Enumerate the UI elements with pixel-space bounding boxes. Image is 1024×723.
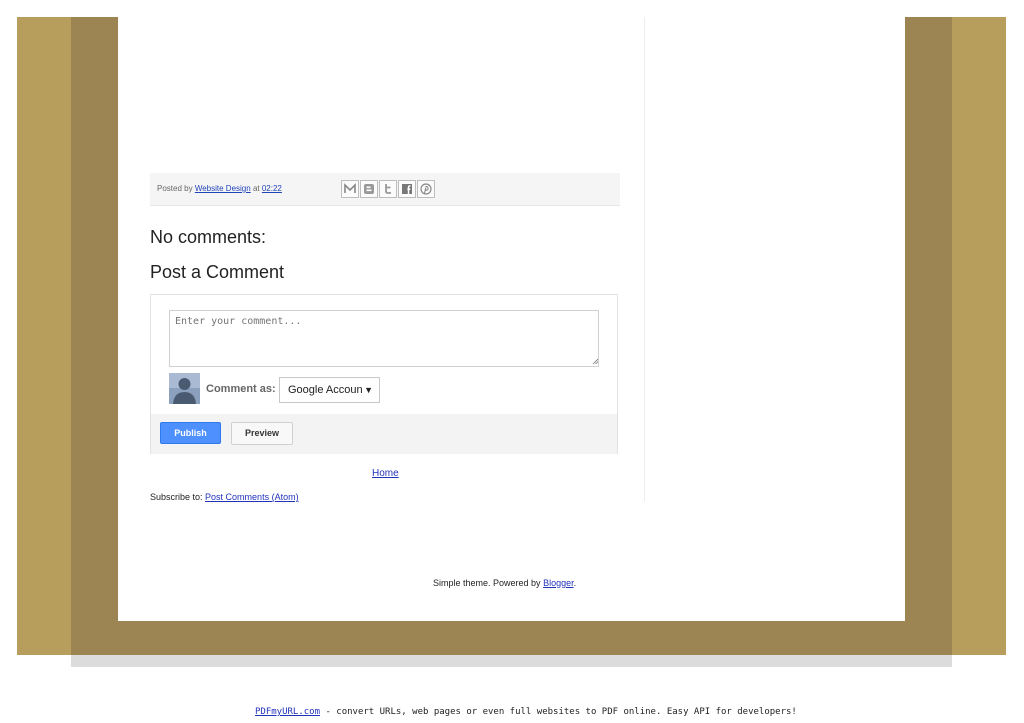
preview-button[interactable]: Preview bbox=[231, 422, 293, 445]
attribution-text: Simple theme. Powered by bbox=[433, 578, 541, 588]
pdf-footer-text: - convert URLs, web pages or even full w… bbox=[320, 707, 797, 717]
resize-handle-icon[interactable] bbox=[592, 358, 598, 364]
email-icon[interactable] bbox=[341, 180, 359, 198]
posted-by-label: Posted by bbox=[157, 184, 193, 193]
avatar bbox=[169, 373, 200, 404]
subscribe-label: Subscribe to: bbox=[150, 492, 203, 502]
comment-input[interactable] bbox=[169, 310, 599, 367]
author-link[interactable]: Website Design bbox=[195, 184, 251, 193]
attribution-suffix: . bbox=[573, 578, 577, 588]
pdf-footer: PDFmyURL.com - convert URLs, web pages o… bbox=[255, 707, 797, 717]
sidebar-divider bbox=[644, 17, 645, 502]
blogger-link[interactable]: Blogger bbox=[543, 578, 574, 588]
twitter-icon[interactable] bbox=[379, 180, 397, 198]
blogger-icon[interactable] bbox=[360, 180, 378, 198]
comment-as-label: Comment as: bbox=[206, 383, 276, 395]
post-meta: Posted by Website Design at 02:22 bbox=[157, 184, 282, 193]
comments-heading: No comments: bbox=[150, 227, 267, 247]
at-label: at bbox=[252, 184, 260, 193]
post-footer: Posted by Website Design at 02:22 bbox=[150, 173, 620, 206]
post-comment-heading: Post a Comment bbox=[150, 262, 285, 282]
post-time-link[interactable]: 02:22 bbox=[262, 184, 282, 193]
comment-actions: Publish Preview bbox=[151, 414, 617, 454]
post-comments-atom-link[interactable]: Post Comments (Atom) bbox=[205, 492, 299, 502]
background-shadow bbox=[71, 655, 952, 667]
subscribe-line: Subscribe to: Post Comments (Atom) bbox=[150, 492, 299, 502]
pinterest-icon[interactable] bbox=[417, 180, 435, 198]
account-select-value: Google Accoun bbox=[288, 384, 363, 396]
publish-button[interactable]: Publish bbox=[160, 422, 221, 444]
dropdown-arrow-icon: ▼ bbox=[364, 385, 373, 395]
share-buttons bbox=[341, 180, 435, 198]
pdfmyurl-link[interactable]: PDFmyURL.com bbox=[255, 707, 320, 717]
account-select[interactable]: Google Accoun ▼ bbox=[279, 377, 380, 403]
comment-form: Comment as: Google Accoun ▼ Publish Prev… bbox=[150, 294, 618, 454]
theme-attribution: Simple theme. Powered by Blogger. bbox=[433, 578, 576, 588]
home-link[interactable]: Home bbox=[372, 468, 399, 479]
facebook-icon[interactable] bbox=[398, 180, 416, 198]
